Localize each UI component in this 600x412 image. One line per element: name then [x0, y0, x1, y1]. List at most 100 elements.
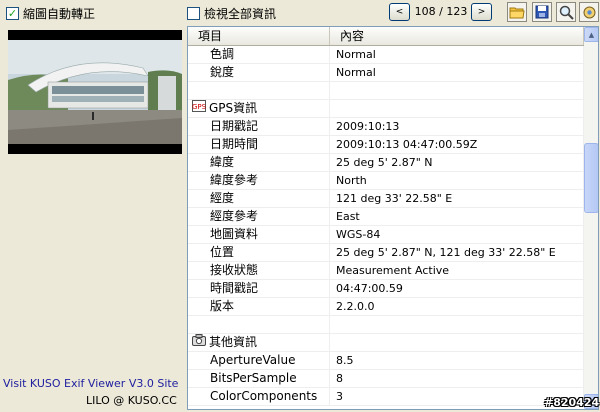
value-cell [330, 82, 584, 99]
item-label: 經度 [210, 191, 235, 205]
value-cell: North [330, 172, 584, 189]
item-cell: 接收狀態 [188, 262, 330, 279]
column-header-item[interactable]: 項目 [188, 27, 330, 45]
item-cell: ColorComponents [188, 388, 330, 405]
auto-rotate-label: 縮圖自動轉正 [23, 6, 96, 21]
value-cell: 121 deg 33' 22.58" E [330, 190, 584, 207]
table-row[interactable]: 緯度 25 deg 5' 2.87" N [188, 154, 584, 172]
item-label: 時間戳記 [210, 281, 259, 295]
page-counter: 108 / 123 [414, 5, 468, 18]
item-label: 色調 [210, 47, 235, 61]
watermark: #820424 [544, 396, 600, 409]
item-label: 緯度參考 [210, 173, 259, 187]
item-label: 地圖資料 [210, 227, 259, 241]
value-cell: 8.5 [330, 352, 584, 369]
item-cell: 地圖資料 [188, 226, 330, 243]
value-cell [330, 334, 584, 351]
table-row[interactable]: BitsPerSample 8 [188, 370, 584, 388]
table-row[interactable]: 經度 121 deg 33' 22.58" E [188, 190, 584, 208]
table-row[interactable] [188, 82, 584, 100]
chevron-left-icon: < [395, 7, 404, 17]
table-header: 項目 內容 [188, 27, 584, 46]
item-cell: 日期時間 [188, 136, 330, 153]
folder-icon [509, 7, 525, 19]
visit-site-link[interactable]: Visit KUSO Exif Viewer V3.0 Site [3, 377, 178, 390]
scroll-up-button[interactable]: ▲ [584, 27, 598, 42]
settings-icon [583, 6, 595, 18]
auto-rotate-checkbox[interactable]: ✓ 縮圖自動轉正 [6, 5, 95, 21]
table-row[interactable]: 時間戳記 04:47:00.59 [188, 280, 584, 298]
value-cell: 8 [330, 370, 584, 387]
next-button[interactable]: > [471, 3, 492, 21]
svg-text:GPS: GPS [192, 103, 206, 111]
value-cell: 25 deg 5' 2.87" N [330, 154, 584, 171]
item-label: 緯度 [210, 155, 235, 169]
table-row[interactable]: 版本 2.2.0.0 [188, 298, 584, 316]
section-row[interactable]: GPS GPS資訊 [188, 100, 584, 118]
item-label: 位置 [210, 245, 235, 259]
item-cell [188, 82, 330, 99]
show-all-info-checkbox-box[interactable] [187, 6, 200, 20]
value-cell: 2.2.0.0 [330, 298, 584, 315]
table-row[interactable]: 位置 25 deg 5' 2.87" N, 121 deg 33' 22.58" … [188, 244, 584, 262]
photo-thumbnail [8, 30, 182, 154]
table-row[interactable]: 接收狀態 Measurement Active [188, 262, 584, 280]
table-row[interactable]: ColorComponents 3 [188, 388, 584, 406]
item-cell: 經度 [188, 190, 330, 207]
previous-button[interactable]: < [389, 3, 410, 21]
zoom-button[interactable] [556, 2, 576, 22]
value-cell: Normal [330, 64, 584, 81]
item-cell: 色調 [188, 46, 330, 63]
settings-button[interactable] [579, 2, 599, 22]
chevron-right-icon: > [477, 7, 486, 17]
item-cell: 其他資訊 [188, 334, 330, 351]
table-row[interactable]: 色調 Normal [188, 46, 584, 64]
item-label: 經度參考 [210, 209, 259, 223]
value-cell: Measurement Active [330, 262, 584, 279]
item-label: 接收狀態 [210, 263, 259, 277]
table-body: 色調 Normal 銳度 Normal GPS GPS資訊 日期戳記 2009:10:13 日期… [188, 46, 584, 406]
item-label: 版本 [210, 299, 235, 313]
value-cell: East [330, 208, 584, 225]
item-label: BitsPerSample [210, 371, 297, 385]
scrollbar-thumb[interactable] [584, 143, 598, 213]
column-header-content[interactable]: 內容 [330, 27, 584, 45]
save-button[interactable] [532, 2, 552, 22]
gps-icon: GPS [192, 100, 207, 117]
item-cell [188, 316, 330, 333]
author-credit: LILO @ KUSO.CC [86, 394, 177, 407]
table-row[interactable]: 日期戳記 2009:10:13 [188, 118, 584, 136]
table-row[interactable]: 緯度參考 North [188, 172, 584, 190]
show-all-info-checkbox[interactable]: 檢視全部資訊 [187, 5, 276, 21]
value-cell: WGS-84 [330, 226, 584, 243]
table-row[interactable]: 地圖資料 WGS-84 [188, 226, 584, 244]
item-cell: 緯度 [188, 154, 330, 171]
item-cell: GPS GPS資訊 [188, 100, 330, 117]
table-row[interactable]: 日期時間 2009:10:13 04:47:00.59Z [188, 136, 584, 154]
item-cell: 銳度 [188, 64, 330, 81]
value-cell [330, 100, 584, 117]
value-cell: 2009:10:13 [330, 118, 584, 135]
item-label: 日期時間 [210, 137, 259, 151]
vertical-scrollbar[interactable]: ▲ ▼ [584, 27, 598, 409]
value-cell [330, 316, 584, 333]
item-cell: 日期戳記 [188, 118, 330, 135]
item-cell: BitsPerSample [188, 370, 330, 387]
thumbnail-image [8, 40, 182, 144]
exif-info-table: 項目 內容 色調 Normal 銳度 Normal GPS GPS資訊 日期戳記 2009:1… [187, 26, 599, 410]
table-row[interactable] [188, 316, 584, 334]
item-cell: 經度參考 [188, 208, 330, 225]
table-row[interactable]: 經度參考 East [188, 208, 584, 226]
value-cell: Normal [330, 46, 584, 63]
table-row[interactable]: 銳度 Normal [188, 64, 584, 82]
auto-rotate-checkbox-box[interactable]: ✓ [6, 6, 19, 20]
item-label: 其他資訊 [209, 335, 258, 349]
item-cell: 版本 [188, 298, 330, 315]
section-row[interactable]: 其他資訊 [188, 334, 584, 352]
open-folder-button[interactable] [507, 2, 527, 22]
item-label: ApertureValue [210, 353, 296, 367]
item-label: 銳度 [210, 65, 235, 79]
zoom-icon [559, 5, 574, 20]
item-cell: ApertureValue [188, 352, 330, 369]
table-row[interactable]: ApertureValue 8.5 [188, 352, 584, 370]
